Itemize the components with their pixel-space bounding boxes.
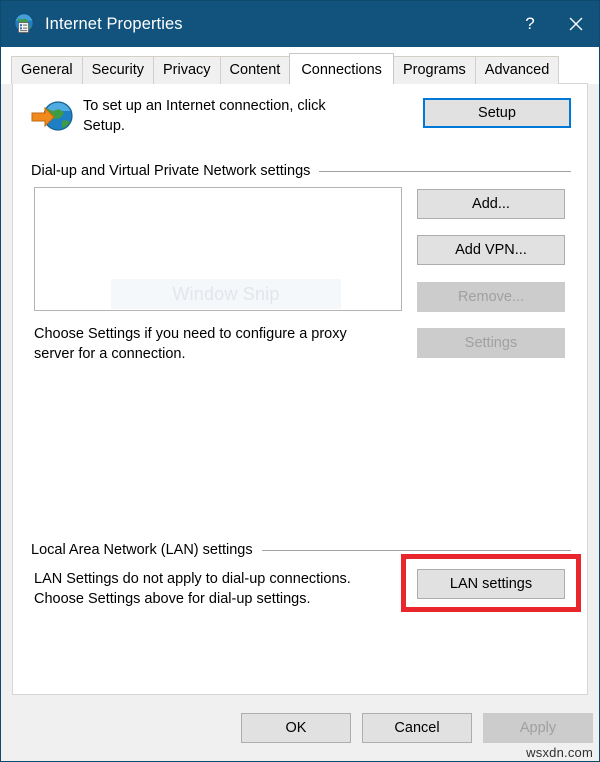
add-vpn-button[interactable]: Add VPN... [417, 235, 565, 265]
remove-button-label: Remove... [457, 288, 525, 305]
internet-properties-dialog: Internet Properties ? General Security P… [0, 0, 600, 762]
window-snip-watermark: Window Snip [111, 279, 341, 309]
tab-general[interactable]: General [11, 56, 83, 84]
remove-button: Remove... [417, 282, 565, 312]
setup-button[interactable]: Setup [423, 98, 571, 128]
connections-tab-panel: To set up an Internet connection, click … [12, 83, 588, 695]
globe-with-arrow-icon [31, 99, 73, 133]
settings-button: Settings [417, 328, 565, 358]
connections-listbox[interactable]: Window Snip [34, 187, 402, 311]
dialog-footer: OK Cancel Apply wsxdn.com [1, 695, 599, 761]
lan-group-header: Local Area Network (LAN) settings [31, 542, 571, 558]
lan-hint-text: LAN Settings do not apply to dial-up con… [34, 571, 351, 607]
tab-strip-container: General Security Privacy Content Connect… [1, 47, 599, 84]
dialup-group-header: Dial-up and Virtual Private Network sett… [31, 163, 571, 179]
tab-privacy[interactable]: Privacy [152, 56, 221, 84]
proxy-hint-text: Choose Settings if you need to configure… [34, 326, 347, 362]
title-bar: Internet Properties ? [1, 1, 599, 47]
lan-group-label: Local Area Network (LAN) settings [31, 542, 253, 558]
cancel-button[interactable]: Cancel [362, 713, 472, 743]
apply-button: Apply [483, 713, 593, 743]
help-button[interactable]: ? [507, 1, 553, 47]
dialup-group-label: Dial-up and Virtual Private Network sett… [31, 163, 311, 179]
apply-button-label: Apply [519, 719, 557, 736]
settings-button-label: Settings [464, 334, 518, 351]
ok-button[interactable]: OK [241, 713, 351, 743]
close-icon [569, 17, 583, 31]
tab-advanced[interactable]: Advanced [474, 56, 560, 84]
setup-section: To set up an Internet connection, click … [31, 96, 571, 154]
add-button-label: Add... [472, 195, 510, 212]
add-button[interactable]: Add... [417, 189, 565, 219]
cancel-button-label: Cancel [394, 719, 440, 736]
tab-strip: General Security Privacy Content Connect… [1, 53, 599, 84]
help-icon: ? [525, 14, 535, 33]
tab-content[interactable]: Content [219, 56, 291, 84]
tab-connections[interactable]: Connections [289, 53, 394, 84]
setup-button-label: Setup [478, 104, 516, 121]
setup-description: To set up an Internet connection, click … [83, 98, 326, 134]
dialup-group-rule [319, 170, 571, 172]
lan-settings-button-label: LAN settings [449, 575, 533, 592]
lan-settings-button[interactable]: LAN settings [417, 569, 565, 599]
ok-button-label: OK [285, 719, 307, 736]
tab-programs[interactable]: Programs [392, 56, 476, 84]
close-button[interactable] [553, 1, 599, 47]
window-title: Internet Properties [45, 14, 183, 33]
tab-security[interactable]: Security [81, 56, 154, 84]
lan-group-rule [261, 549, 571, 551]
site-watermark: wsxdn.com [526, 745, 593, 760]
internet-properties-icon [13, 13, 35, 35]
add-vpn-button-label: Add VPN... [455, 241, 527, 258]
